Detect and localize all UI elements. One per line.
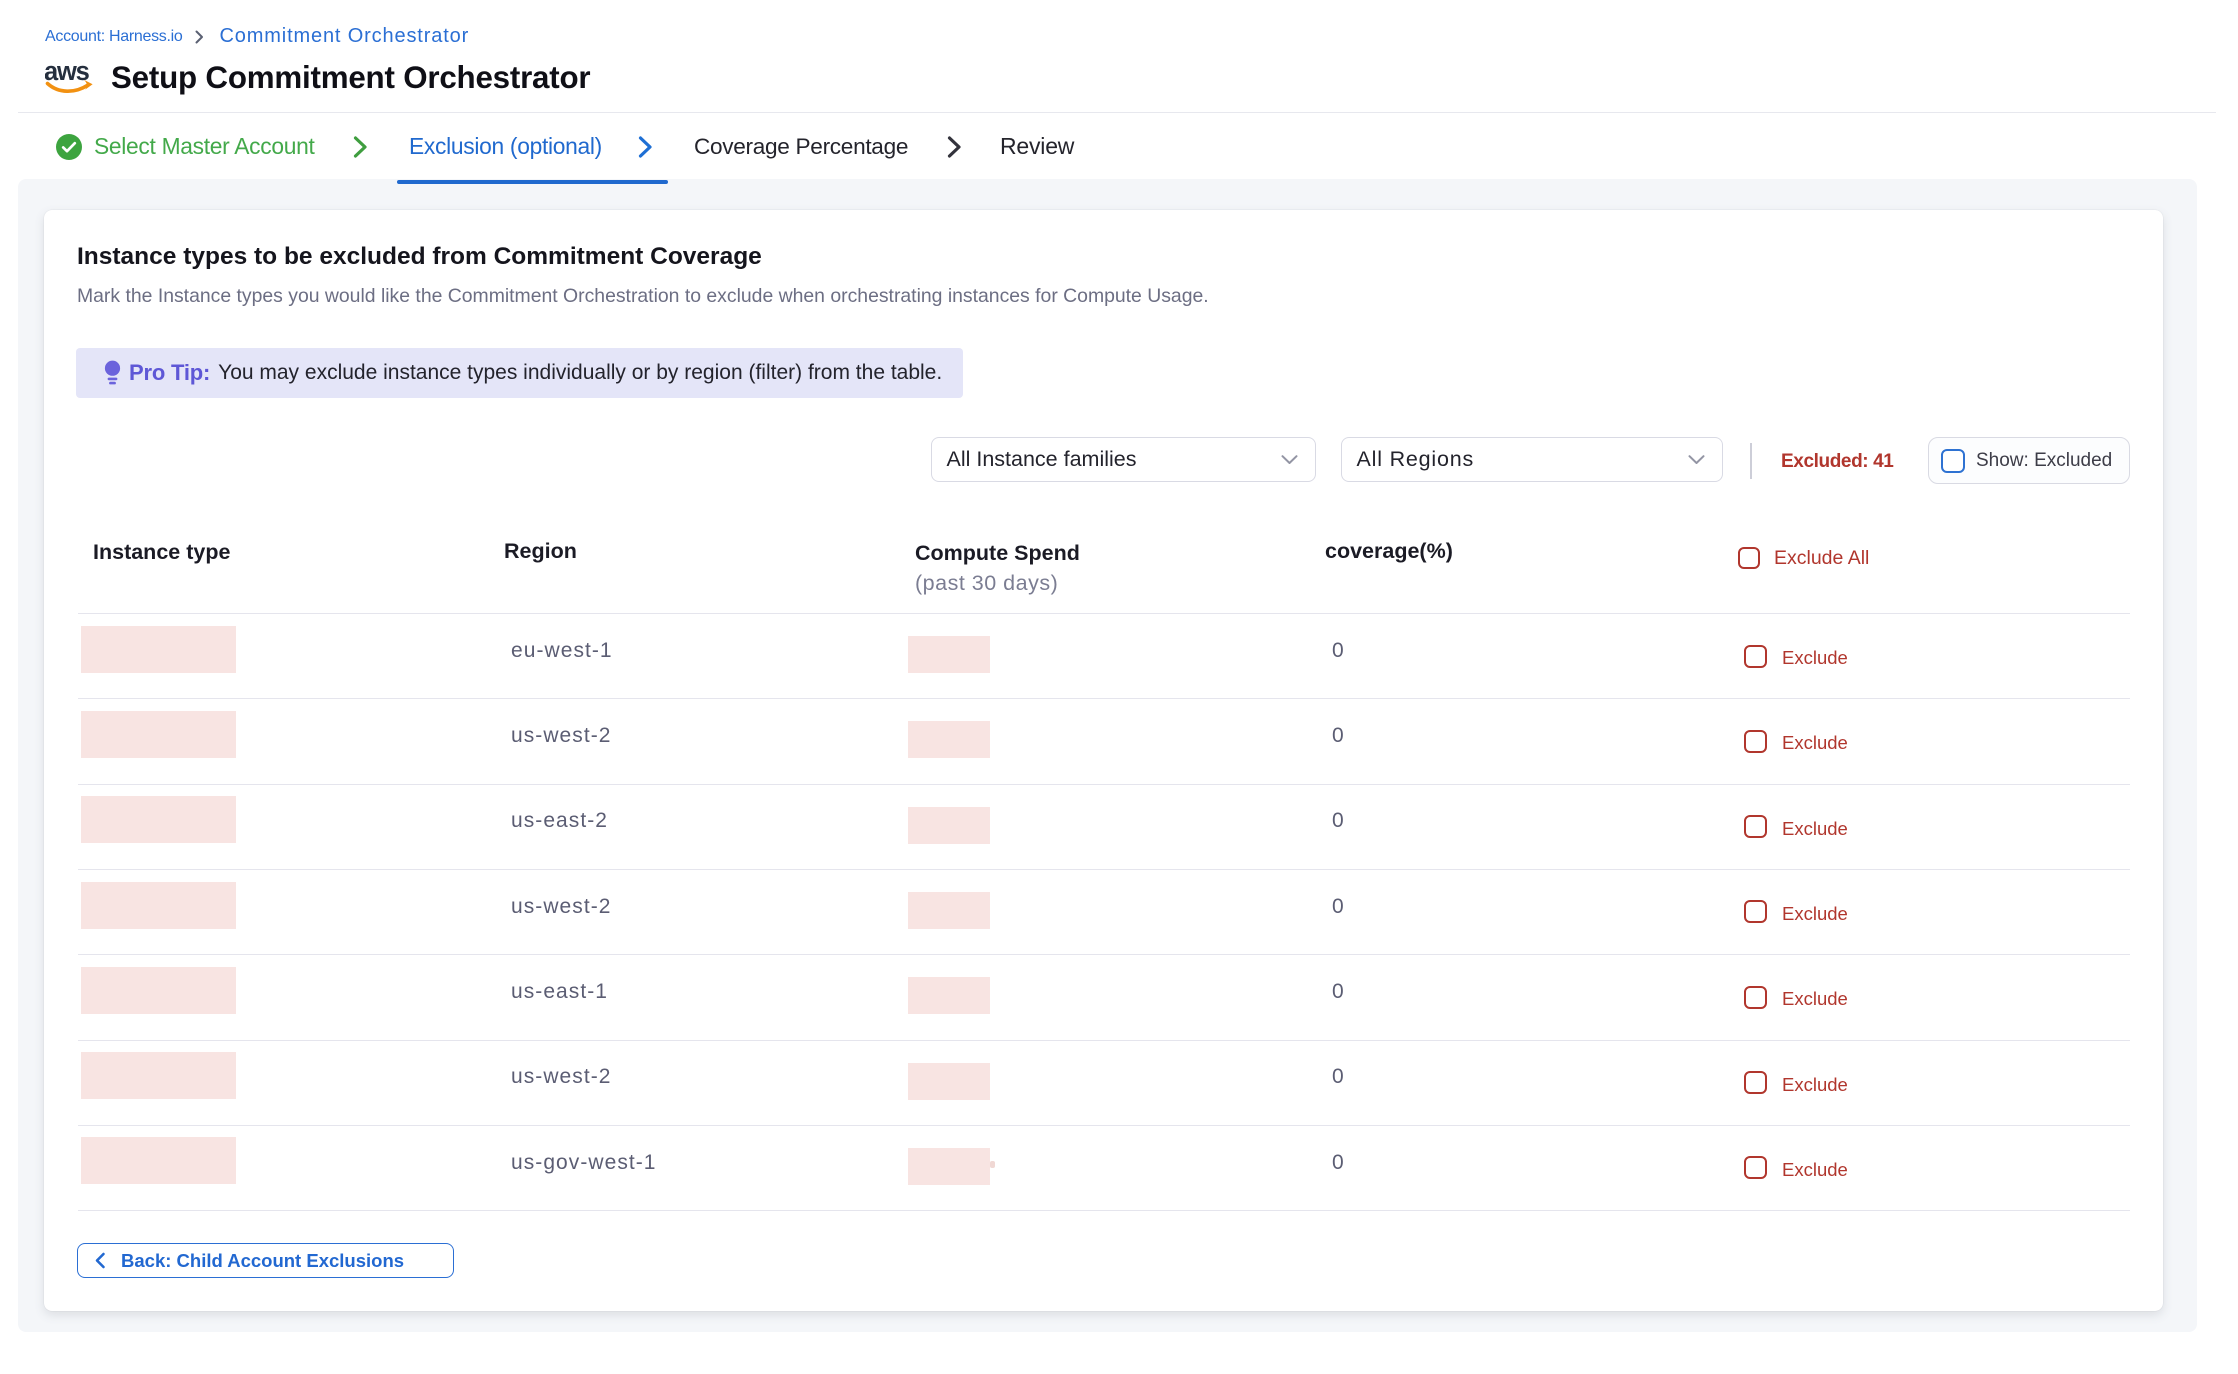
svg-text:aws: aws bbox=[45, 58, 90, 86]
